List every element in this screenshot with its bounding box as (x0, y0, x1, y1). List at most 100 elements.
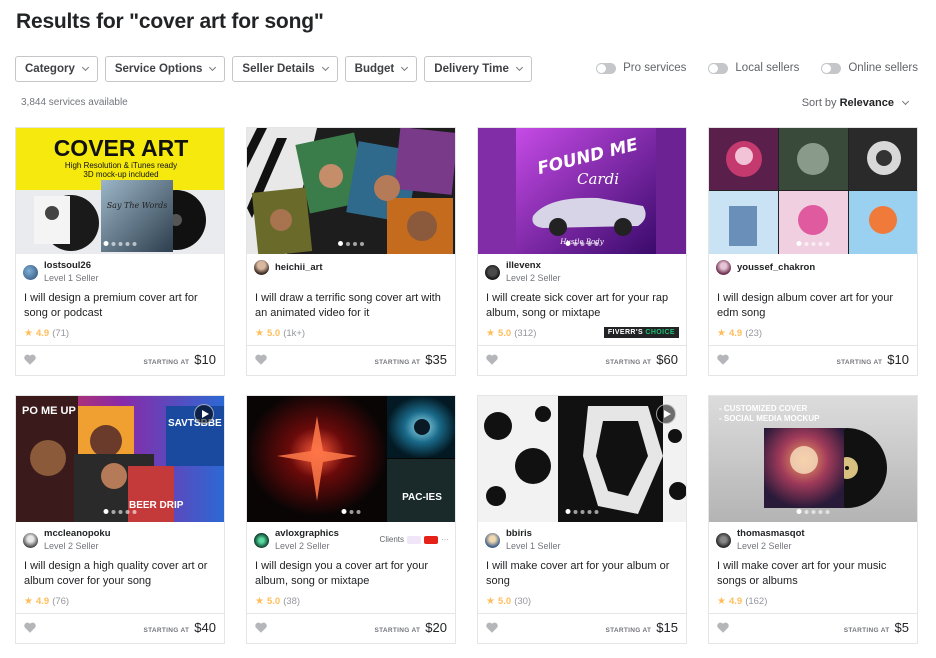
heart-icon[interactable] (717, 622, 729, 633)
carousel-dots[interactable] (565, 509, 599, 514)
toggle-label: Online sellers (848, 62, 918, 74)
gig-title[interactable]: I will design album cover art for your e… (717, 291, 912, 321)
dark-cover-thumbnail-image: PAC-IES (247, 396, 455, 522)
seller-name[interactable]: illevenx (506, 260, 561, 272)
price-value: $5 (894, 620, 909, 635)
avatar[interactable] (716, 532, 731, 548)
star-icon: ★ (717, 596, 726, 607)
seller-info[interactable]: youssef_chakron (716, 260, 815, 275)
filter-delivery-time-button[interactable]: Delivery Time (424, 56, 532, 82)
filter-service-options-button[interactable]: Service Options (104, 56, 226, 82)
gig-thumbnail[interactable] (478, 396, 686, 522)
toggle-pro-services[interactable]: Pro services (596, 62, 686, 74)
seller-info[interactable]: bbiris Level 1 Seller (485, 528, 561, 552)
gig-card[interactable]: PO ME UP SAVTSBBE BEER DRIP mccleanopoku… (15, 395, 225, 644)
gig-title[interactable]: I will make cover art for your music son… (717, 559, 912, 589)
hiphop-collage-thumbnail-image: PO ME UP SAVTSBBE BEER DRIP (16, 396, 224, 522)
filter-budget-button[interactable]: Budget (344, 56, 418, 82)
seller-name[interactable]: thomasmasqot (737, 528, 805, 540)
carousel-dots[interactable] (796, 509, 830, 514)
price[interactable]: STARTING AT $20 (375, 620, 448, 635)
price[interactable]: STARTING AT $15 (606, 620, 679, 635)
seller-name[interactable]: mccleanopoku (44, 528, 111, 540)
seller-info[interactable]: avloxgraphics Level 2 Seller (254, 528, 339, 552)
gig-title[interactable]: I will design you a cover art for your a… (255, 559, 450, 589)
price[interactable]: STARTING AT $35 (375, 352, 448, 367)
card-footer: STARTING AT $60 (478, 345, 686, 375)
gig-title[interactable]: I will make cover art for your album or … (486, 559, 681, 589)
avatar[interactable] (254, 260, 269, 275)
seller-info[interactable]: thomasmasqot Level 2 Seller (716, 528, 805, 552)
carousel-dots[interactable] (565, 241, 599, 246)
gig-card[interactable]: youssef_chakron I will design album cove… (708, 127, 918, 376)
price[interactable]: STARTING AT $5 (844, 620, 909, 635)
heart-icon[interactable] (486, 622, 498, 633)
more-icon[interactable]: ··· (441, 535, 449, 544)
gig-thumbnail[interactable]: COVER ART High Resolution & iTunes ready… (16, 128, 224, 254)
toggle-local-sellers[interactable]: Local sellers (708, 62, 799, 74)
filter-category-button[interactable]: Category (15, 56, 98, 82)
carousel-dots[interactable] (796, 241, 830, 246)
heart-icon[interactable] (717, 354, 729, 365)
carousel-dots[interactable] (338, 241, 364, 246)
gig-card[interactable]: bbiris Level 1 Seller I will make cover … (477, 395, 687, 644)
gig-card[interactable]: PAC-IES avloxgraphics Level 2 Seller Cli… (246, 395, 456, 644)
gig-thumbnail[interactable]: PAC-IES (247, 396, 455, 522)
gig-title[interactable]: I will draw a terrific song cover art wi… (255, 291, 450, 321)
toggle-switch[interactable] (821, 62, 842, 74)
seller-name[interactable]: lostsoul26 (44, 260, 99, 272)
card-footer: STARTING AT $5 (709, 613, 917, 643)
gig-thumbnail[interactable]: - CUSTOMIZED COVER - SOCIAL MEDIA MOCKUP (709, 396, 917, 522)
avatar[interactable] (485, 264, 500, 280)
price[interactable]: STARTING AT $10 (144, 352, 217, 367)
toggle-online-sellers[interactable]: Online sellers (821, 62, 918, 74)
seller-name[interactable]: youssef_chakron (737, 262, 815, 274)
review-count: (76) (52, 596, 70, 607)
play-video-icon[interactable] (656, 404, 676, 424)
gig-title[interactable]: I will design a premium cover art for so… (24, 291, 219, 321)
filter-seller-details-button[interactable]: Seller Details (232, 56, 338, 82)
rating-value: 5.0 (266, 328, 281, 339)
seller-info[interactable]: heichii_art (254, 260, 323, 275)
sort-value: Relevance (839, 97, 894, 109)
price-label: STARTING AT (605, 627, 652, 634)
price[interactable]: STARTING AT $60 (606, 352, 679, 367)
gig-thumbnail[interactable]: PO ME UP SAVTSBBE BEER DRIP (16, 396, 224, 522)
heart-icon[interactable] (24, 622, 36, 633)
gig-thumbnail[interactable]: FOUND ME Cardi Hustle Body (478, 128, 686, 254)
gig-card[interactable]: heichii_art I will draw a terrific song … (246, 127, 456, 376)
heart-icon[interactable] (255, 354, 267, 365)
toggle-switch[interactable] (596, 62, 617, 74)
avatar[interactable] (716, 260, 731, 275)
heart-icon[interactable] (255, 622, 267, 633)
avatar[interactable] (23, 264, 38, 280)
seller-name[interactable]: avloxgraphics (275, 528, 339, 540)
seller-info[interactable]: lostsoul26 Level 1 Seller (23, 260, 99, 284)
seller-info[interactable]: mccleanopoku Level 2 Seller (23, 528, 111, 552)
clients-strip[interactable]: Clients ··· (380, 535, 449, 544)
gig-thumbnail[interactable] (709, 128, 917, 254)
price[interactable]: STARTING AT $10 (837, 352, 910, 367)
heart-icon[interactable] (24, 354, 36, 365)
seller-name[interactable]: bbiris (506, 528, 561, 540)
gig-title[interactable]: I will create sick cover art for your ra… (486, 291, 681, 321)
play-video-icon[interactable] (194, 404, 214, 424)
seller-level: Level 2 Seller (275, 541, 330, 551)
avatar[interactable] (485, 532, 500, 548)
carousel-dots[interactable] (341, 509, 361, 514)
seller-name[interactable]: heichii_art (275, 262, 323, 274)
gig-card[interactable]: - CUSTOMIZED COVER - SOCIAL MEDIA MOCKUP… (708, 395, 918, 644)
sort-dropdown[interactable]: Sort by Relevance (802, 97, 910, 109)
toggle-switch[interactable] (708, 62, 729, 74)
gig-thumbnail[interactable] (247, 128, 455, 254)
avatar[interactable] (23, 532, 38, 548)
carousel-dots[interactable] (103, 241, 137, 246)
seller-info[interactable]: illevenx Level 2 Seller (485, 260, 561, 284)
avatar[interactable] (254, 532, 269, 548)
gig-title[interactable]: I will design a high quality cover art o… (24, 559, 219, 589)
gig-card[interactable]: FOUND ME Cardi Hustle Body illevenx Leve… (477, 127, 687, 376)
carousel-dots[interactable] (103, 509, 137, 514)
gig-card[interactable]: COVER ART High Resolution & iTunes ready… (15, 127, 225, 376)
heart-icon[interactable] (486, 354, 498, 365)
price[interactable]: STARTING AT $40 (144, 620, 217, 635)
